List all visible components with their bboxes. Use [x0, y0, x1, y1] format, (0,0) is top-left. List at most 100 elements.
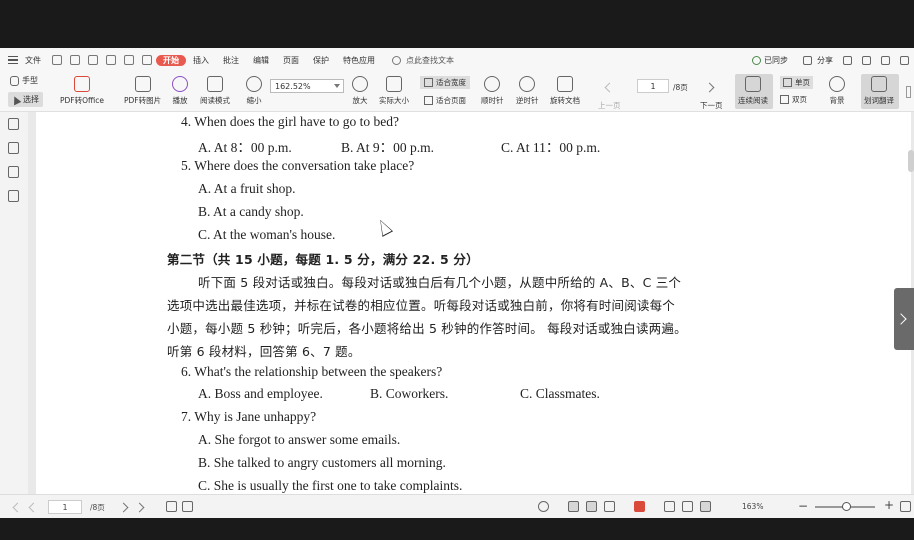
bookmark-icon[interactable]	[8, 166, 19, 178]
attachment-icon[interactable]	[8, 190, 19, 202]
actual-view-icon[interactable]	[700, 501, 711, 512]
open-icon[interactable]	[52, 55, 62, 65]
menu-bar: 文件 开始 插入 批注 编辑 页面 保护 特色应用 点此查找文本 已同步 分享	[0, 48, 914, 72]
fullscreen-icon[interactable]	[682, 501, 693, 512]
rotate-ccw-button[interactable]: 逆时针	[516, 76, 539, 106]
main-menu-icon[interactable]	[8, 56, 18, 64]
menu-right: 已同步 分享	[747, 48, 914, 72]
status-page-input[interactable]: 1	[48, 500, 82, 514]
pdf-to-image-button[interactable]: PDF转图片	[124, 76, 161, 106]
continuous-view-icon[interactable]	[586, 501, 597, 512]
minimize-icon[interactable]	[881, 55, 890, 65]
prev-page-label[interactable]: 上一页	[598, 100, 621, 111]
prev-page-icon[interactable]	[604, 82, 615, 93]
section-heading: 第二节（共 15 小题，每题 1. 5 分，满分 22. 5 分）	[167, 252, 479, 267]
next-page-icon[interactable]	[704, 82, 715, 93]
read-mode-button[interactable]: 阅读模式	[200, 76, 230, 106]
chevron-down-icon[interactable]	[334, 84, 340, 88]
page-view-icon[interactable]	[182, 501, 193, 512]
option-6b: B. Coworkers.	[370, 386, 449, 401]
rotate-ccw-label: 逆时针	[516, 96, 539, 105]
zoom-input[interactable]: 162.52%	[270, 79, 344, 93]
hand-tool[interactable]: 手型	[10, 75, 38, 86]
play-button[interactable]: 播放	[172, 76, 188, 106]
insert-page-icon[interactable]	[166, 501, 177, 512]
fit-width-button[interactable]: 适合宽度	[420, 76, 470, 89]
scrollbar-thumb[interactable]	[908, 150, 914, 172]
status-prev-icon[interactable]	[28, 502, 39, 513]
background-button[interactable]: 背景	[829, 76, 845, 106]
find-text-label: 点此查找文本	[406, 55, 454, 65]
zoom-value: 162.52%	[275, 82, 311, 91]
sync-status[interactable]: 已同步	[747, 55, 793, 66]
status-bar: 1 /8页 163% − +	[0, 494, 914, 518]
toolbar-overflow-icon[interactable]	[906, 86, 911, 98]
zoom-slider-knob[interactable]	[842, 502, 851, 511]
pdf-to-office-button[interactable]: PDF转Office	[60, 76, 104, 106]
close-icon[interactable]	[900, 55, 909, 65]
rotate-cw-button[interactable]: 顺时针	[481, 76, 504, 106]
side-panel-toggle[interactable]	[894, 288, 914, 350]
background-label: 背景	[829, 96, 845, 105]
actual-size-button[interactable]: 实际大小	[379, 76, 409, 106]
thumbnail-icon[interactable]	[8, 142, 19, 154]
fit-page-icon	[424, 96, 433, 105]
zoom-out-button[interactable]: 缩小	[246, 76, 262, 106]
fit-view-icon[interactable]	[664, 501, 675, 512]
actual-size-icon	[386, 76, 402, 92]
print-icon[interactable]	[88, 55, 98, 65]
share-icon	[803, 55, 812, 65]
zoom-in-button[interactable]: 放大	[352, 76, 368, 106]
undo-icon[interactable]	[106, 55, 116, 65]
zoom-in-icon	[352, 76, 368, 92]
page-total: /8页	[673, 83, 688, 92]
tab-edit[interactable]: 编辑	[246, 55, 276, 66]
double-page-label: 双页	[792, 95, 807, 104]
comment-icon[interactable]	[862, 55, 871, 65]
play-slideshow-icon[interactable]	[634, 501, 645, 512]
single-page-view-icon[interactable]	[568, 501, 579, 512]
next-page-label[interactable]: 下一页	[700, 100, 723, 111]
fit-page-button[interactable]: 适合页面	[420, 94, 470, 107]
option-4b: B. At 9：00 p.m.	[341, 140, 435, 155]
outline-icon[interactable]	[8, 118, 19, 130]
status-zoom[interactable]: 163%	[742, 502, 763, 511]
expand-icon[interactable]	[900, 501, 911, 512]
left-sidebar	[0, 112, 28, 494]
share-button[interactable]: 分享	[793, 55, 838, 66]
single-page-button[interactable]: 单页	[780, 76, 813, 89]
zoom-plus-icon[interactable]: +	[884, 498, 894, 512]
tab-start[interactable]: 开始	[156, 54, 186, 66]
double-view-icon[interactable]	[604, 501, 615, 512]
last-page-icon[interactable]	[134, 502, 145, 513]
double-page-button[interactable]: 双页	[780, 94, 807, 105]
fit-page-label: 适合页面	[436, 96, 466, 105]
redo-icon[interactable]	[124, 55, 134, 65]
first-page-icon[interactable]	[12, 502, 23, 513]
tab-insert[interactable]: 插入	[186, 55, 216, 66]
eye-protect-icon[interactable]	[538, 501, 549, 512]
select-label: 选择	[23, 95, 39, 104]
document-view[interactable]: 4. When does the girl have to go to bed?…	[28, 112, 914, 494]
sync-label: 已同步	[764, 55, 788, 65]
question-4: 4. When does the girl have to go to bed?	[181, 114, 399, 129]
tab-annotate[interactable]: 批注	[216, 55, 246, 66]
settings-icon[interactable]	[843, 55, 852, 65]
tab-features[interactable]: 特色应用	[336, 55, 382, 66]
rotate-doc-button[interactable]: 旋转文档	[550, 76, 580, 106]
page-number-input[interactable]: 1	[637, 79, 669, 93]
tab-protect[interactable]: 保护	[306, 55, 336, 66]
save-icon[interactable]	[70, 55, 80, 65]
tab-page[interactable]: 页面	[276, 55, 306, 66]
ribbon-toolbar: 手型 选择 PDF转Office PDF转图片 播放 阅读模式 缩小 162.5…	[0, 72, 914, 112]
zoom-slider[interactable]	[815, 502, 875, 511]
play-label: 播放	[172, 96, 188, 105]
select-tool[interactable]: 选择	[8, 92, 43, 107]
menu-file[interactable]: 文件	[18, 55, 48, 66]
export-icon[interactable]	[142, 55, 152, 65]
find-text-box[interactable]: 点此查找文本	[392, 55, 454, 66]
zoom-in-label: 放大	[352, 96, 368, 105]
single-page-icon	[783, 78, 792, 87]
status-next-icon[interactable]	[118, 502, 129, 513]
zoom-minus-icon[interactable]: −	[798, 499, 808, 513]
